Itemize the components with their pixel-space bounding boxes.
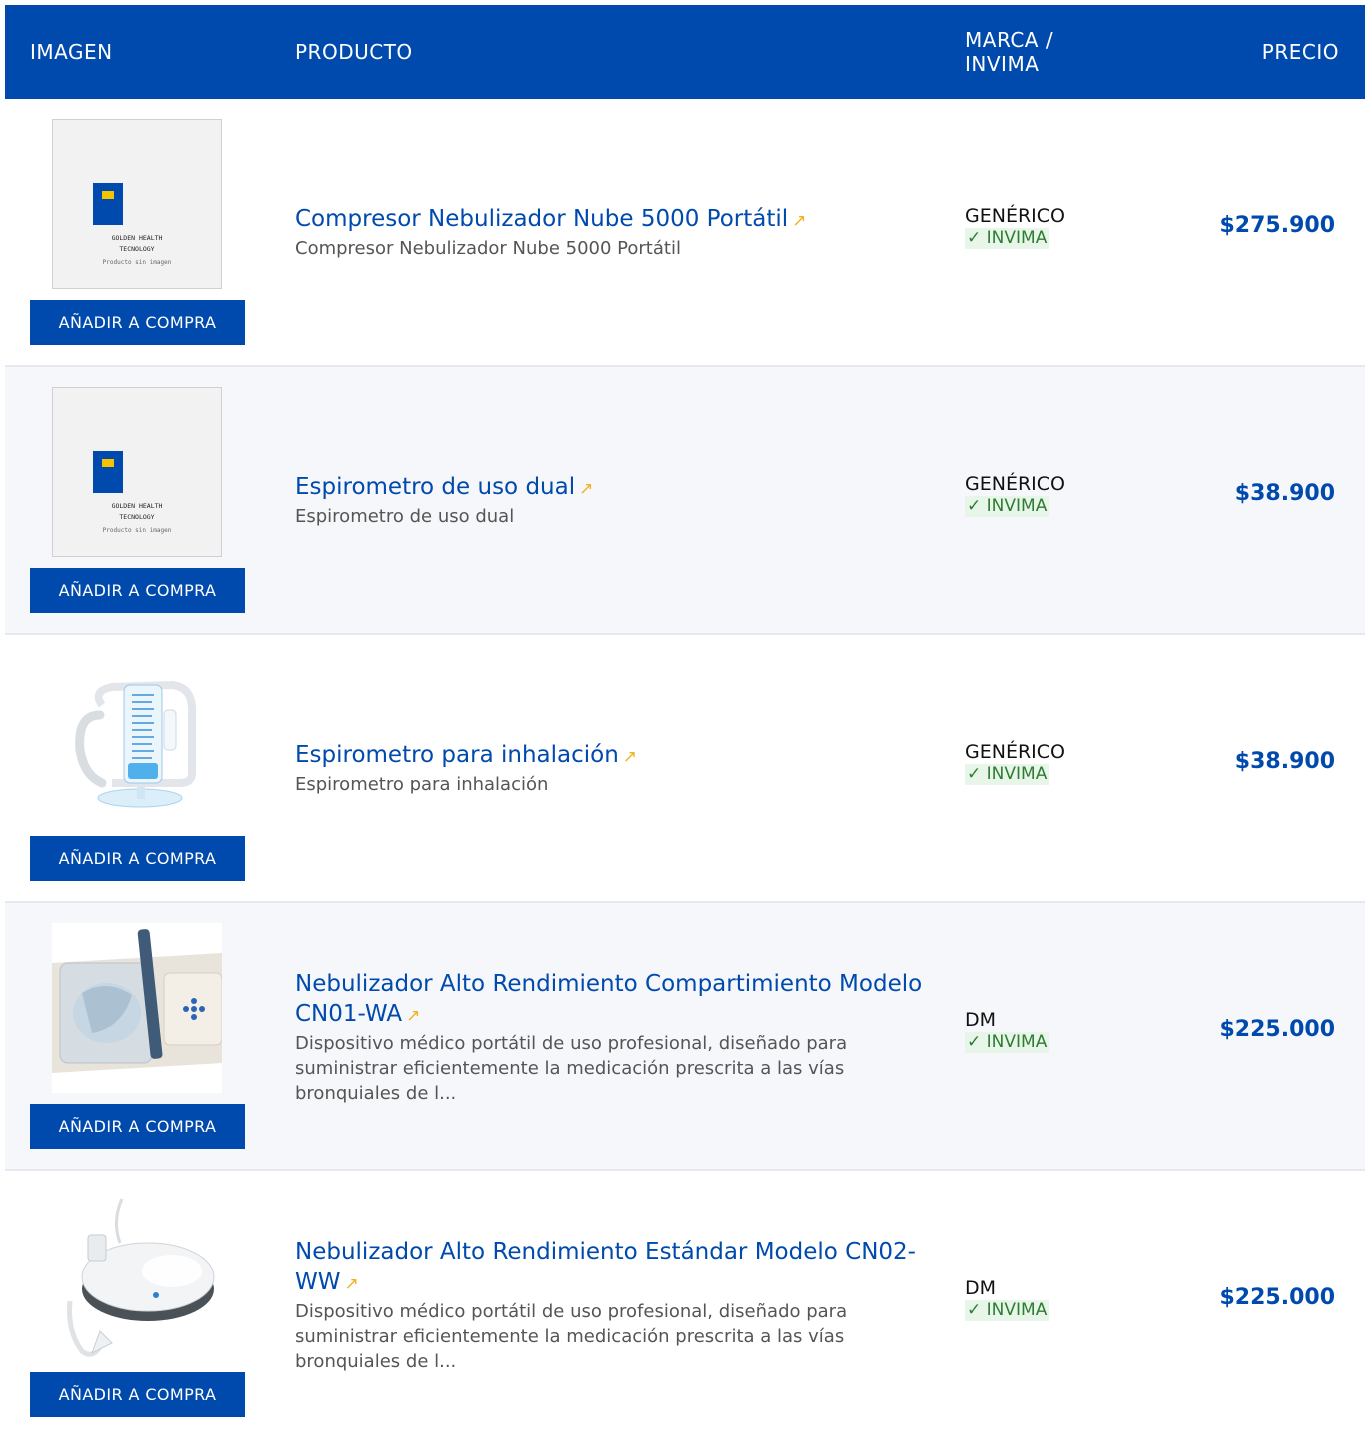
table-row: GOLDEN HEALTH TECNOLOGY Producto sin imag… (5, 99, 1365, 367)
nebulizer-cn02-image (52, 1191, 222, 1361)
product-description: Dispositivo médico portátil de uso profe… (295, 1301, 848, 1372)
placeholder-title: GOLDEN HEALTH TECNOLOGY (111, 502, 163, 521)
product-title-link[interactable]: Compresor Nebulizador Nube 5000 Portátil… (295, 204, 925, 236)
header-product: PRODUCTO (295, 40, 413, 64)
product-info: Nebulizador Alto Rendimiento Compartimie… (295, 969, 925, 1106)
book-logo-icon (93, 451, 123, 493)
product-table: IMAGEN PRODUCTO MARCA / INVIMA PRECIO GO… (5, 5, 1365, 1431)
add-to-cart-button[interactable]: AÑADIR A COMPRA (30, 836, 245, 881)
product-description: Dispositivo médico portátil de uso profe… (295, 1033, 848, 1104)
product-price: $275.900 (1219, 213, 1335, 238)
placeholder-subtitle: Producto sin imagen (102, 527, 172, 534)
product-price: $38.900 (1234, 481, 1335, 506)
table-header: IMAGEN PRODUCTO MARCA / INVIMA PRECIO (5, 5, 1365, 99)
brand-cell: GENÉRICO ✓ INVIMA (965, 740, 1115, 785)
external-link-icon: ↗ (622, 747, 638, 767)
external-link-icon: ↗ (792, 211, 807, 231)
product-description: Espirometro de uso dual (295, 506, 515, 527)
add-to-cart-button[interactable]: AÑADIR A COMPRA (30, 1104, 245, 1149)
invima-badge: ✓ INVIMA (965, 1032, 1050, 1053)
product-title-link[interactable]: Nebulizador Alto Rendimiento Compartimie… (295, 969, 925, 1031)
product-info: Compresor Nebulizador Nube 5000 Portátil… (295, 204, 925, 261)
placeholder-title: GOLDEN HEALTH TECNOLOGY (111, 234, 163, 253)
header-price: PRECIO (1261, 40, 1339, 64)
brand-cell: DM ✓ INVIMA (965, 1008, 1115, 1053)
external-link-icon: ↗ (579, 479, 594, 499)
placeholder-subtitle: Producto sin imagen (102, 259, 172, 266)
external-link-icon: ↗ (406, 1006, 421, 1026)
product-title-link[interactable]: Espirometro de uso dual ↗ (295, 472, 925, 504)
product-price: $225.000 (1219, 1017, 1335, 1042)
header-brand: MARCA / INVIMA (965, 28, 1054, 76)
brand-name: DM (965, 1277, 997, 1299)
brand-name: GENÉRICO (965, 741, 1065, 763)
product-image-placeholder[interactable]: GOLDEN HEALTH TECNOLOGY Producto sin imag… (52, 387, 222, 557)
brand-cell: GENÉRICO ✓ INVIMA (965, 204, 1115, 249)
brand-name: GENÉRICO (965, 205, 1065, 227)
book-logo-icon (93, 183, 123, 225)
table-row: AÑADIR A COMPRA Nebulizador Alto Rendimi… (5, 1171, 1365, 1431)
product-title-link[interactable]: Nebulizador Alto Rendimiento Estándar Mo… (295, 1237, 925, 1299)
invima-badge: ✓ INVIMA (965, 1300, 1050, 1321)
table-row: AÑADIR A COMPRA Espirometro para inhalac… (5, 635, 1365, 903)
product-image[interactable] (52, 655, 222, 825)
product-description: Compresor Nebulizador Nube 5000 Portátil (295, 238, 681, 259)
invima-badge: ✓ INVIMA (965, 764, 1050, 785)
invima-badge: ✓ INVIMA (965, 228, 1050, 249)
invima-badge: ✓ INVIMA (965, 496, 1050, 517)
nebulizer-cn01-image (52, 923, 222, 1093)
product-info: Espirometro para inhalación ↗ Espirometro… (295, 740, 925, 797)
table-row: GOLDEN HEALTH TECNOLOGY Producto sin imag… (5, 367, 1365, 635)
brand-cell: DM ✓ INVIMA (965, 1276, 1115, 1321)
product-price: $225.000 (1219, 1285, 1335, 1310)
product-price: $38.900 (1234, 749, 1335, 774)
product-info: Espirometro de uso dual ↗ Espirometro de … (295, 472, 925, 529)
product-title-link[interactable]: Espirometro para inhalación ↗ (295, 740, 925, 772)
spirometer-image (52, 655, 222, 825)
add-to-cart-button[interactable]: AÑADIR A COMPRA (30, 300, 245, 345)
brand-name: GENÉRICO (965, 473, 1065, 495)
product-image[interactable] (52, 923, 222, 1093)
header-image: IMAGEN (30, 40, 113, 64)
add-to-cart-button[interactable]: AÑADIR A COMPRA (30, 1372, 245, 1417)
add-to-cart-button[interactable]: AÑADIR A COMPRA (30, 568, 245, 613)
brand-cell: GENÉRICO ✓ INVIMA (965, 472, 1115, 517)
brand-name: DM (965, 1009, 997, 1031)
product-image[interactable] (52, 1191, 222, 1361)
table-row: AÑADIR A COMPRA Nebulizador Alto Rendimi… (5, 903, 1365, 1171)
product-image-placeholder[interactable]: GOLDEN HEALTH TECNOLOGY Producto sin imag… (52, 119, 222, 289)
external-link-icon: ↗ (344, 1274, 359, 1294)
product-info: Nebulizador Alto Rendimiento Estándar Mo… (295, 1237, 925, 1374)
product-description: Espirometro para inhalación (295, 774, 549, 795)
